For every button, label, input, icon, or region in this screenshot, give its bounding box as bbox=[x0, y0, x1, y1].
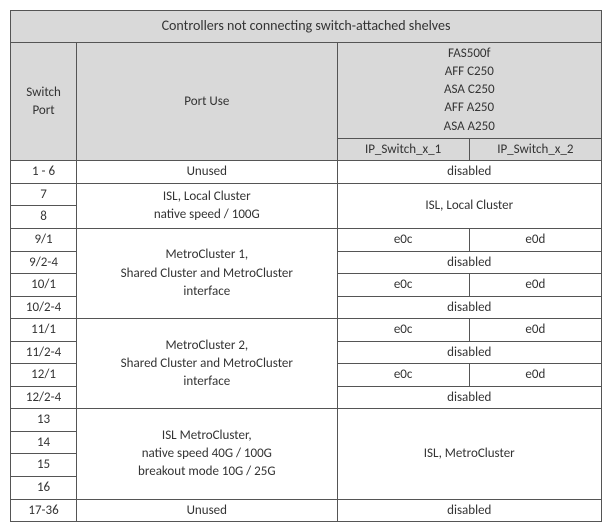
switch-port-cell: 10/2-4 bbox=[11, 296, 77, 319]
value-cell: disabled bbox=[337, 251, 602, 274]
table-row: 7 ISL, Local Cluster native speed / 100G… bbox=[11, 183, 602, 206]
col-header-ip-switch-2: IP_Switch_x_2 bbox=[469, 138, 601, 161]
col-header-switch-port: Switch Port bbox=[11, 42, 77, 160]
switch-port-cell: 14 bbox=[11, 431, 77, 454]
value-cell: e0d bbox=[469, 319, 601, 342]
switch-port-cell: 8 bbox=[11, 206, 77, 229]
value-cell: e0d bbox=[469, 229, 601, 252]
value-cell: e0c bbox=[337, 364, 469, 387]
value-cell: disabled bbox=[337, 499, 602, 522]
port-use-cell: Unused bbox=[77, 161, 337, 184]
switch-port-cell: 11/2-4 bbox=[11, 341, 77, 364]
switch-port-cell: 10/1 bbox=[11, 274, 77, 297]
switch-port-cell: 12/2-4 bbox=[11, 386, 77, 409]
switch-port-cell: 9/1 bbox=[11, 229, 77, 252]
value-cell: disabled bbox=[337, 341, 602, 364]
switch-port-cell: 12/1 bbox=[11, 364, 77, 387]
port-use-cell: MetroCluster 1, Shared Cluster and Metro… bbox=[77, 229, 337, 319]
value-cell: disabled bbox=[337, 386, 602, 409]
table-row: 9/1 MetroCluster 1, Shared Cluster and M… bbox=[11, 229, 602, 252]
switch-port-cell: 16 bbox=[11, 477, 77, 500]
value-cell: ISL, MetroCluster bbox=[337, 409, 602, 499]
switch-port-cell: 13 bbox=[11, 409, 77, 432]
port-use-cell: MetroCluster 2, Shared Cluster and Metro… bbox=[77, 319, 337, 409]
port-use-cell: ISL, Local Cluster native speed / 100G bbox=[77, 183, 337, 228]
value-cell: e0d bbox=[469, 364, 601, 387]
switch-port-cell: 17-36 bbox=[11, 499, 77, 522]
col-header-models: FAS500f AFF C250 ASA C250 AFF A250 ASA A… bbox=[337, 42, 602, 138]
table-row: 17-36 Unused disabled bbox=[11, 499, 602, 522]
switch-port-cell: 1 - 6 bbox=[11, 161, 77, 184]
port-use-cell: Unused bbox=[77, 499, 337, 522]
value-cell: e0c bbox=[337, 229, 469, 252]
table-title: Controllers not connecting switch-attach… bbox=[11, 11, 602, 43]
col-header-port-use: Port Use bbox=[77, 42, 337, 160]
value-cell: ISL, Local Cluster bbox=[337, 183, 602, 228]
table-row: 1 - 6 Unused disabled bbox=[11, 161, 602, 184]
port-use-cell: ISL MetroCluster, native speed 40G / 100… bbox=[77, 409, 337, 499]
port-mapping-table: Controllers not connecting switch-attach… bbox=[10, 10, 602, 522]
table-row: 11/1 MetroCluster 2, Shared Cluster and … bbox=[11, 319, 602, 342]
table-row: 13 ISL MetroCluster, native speed 40G / … bbox=[11, 409, 602, 432]
switch-port-cell: 11/1 bbox=[11, 319, 77, 342]
value-cell: disabled bbox=[337, 161, 602, 184]
switch-port-cell: 15 bbox=[11, 454, 77, 477]
value-cell: e0c bbox=[337, 274, 469, 297]
switch-port-cell: 9/2-4 bbox=[11, 251, 77, 274]
col-header-ip-switch-1: IP_Switch_x_1 bbox=[337, 138, 469, 161]
value-cell: disabled bbox=[337, 296, 602, 319]
value-cell: e0d bbox=[469, 274, 601, 297]
value-cell: e0c bbox=[337, 319, 469, 342]
switch-port-cell: 7 bbox=[11, 183, 77, 206]
